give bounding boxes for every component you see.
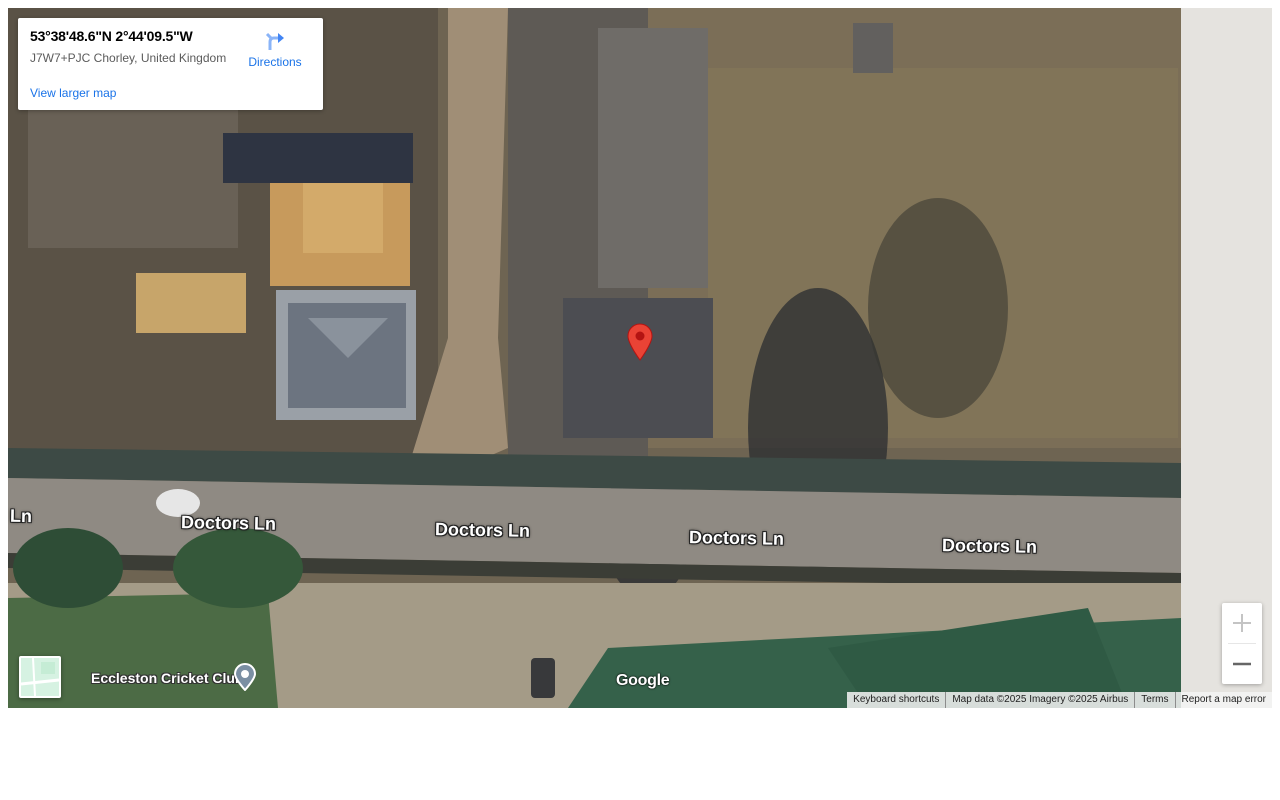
location-pin-icon[interactable] — [627, 323, 653, 361]
road-label: Doctors Ln — [688, 527, 785, 549]
poi-pin-icon[interactable] — [233, 663, 257, 691]
plus-icon — [1233, 614, 1251, 632]
google-logo: Google — [616, 672, 670, 689]
directions-button[interactable]: Directions — [240, 30, 310, 69]
map-thumbnail-icon — [21, 658, 59, 696]
map-canvas[interactable]: 53°38'48.6"N 2°44'09.5"W J7W7+PJC Chorle… — [8, 8, 1272, 708]
map-data-credit: Map data ©2025 Imagery ©2025 Airbus — [946, 692, 1135, 708]
zoom-out-button[interactable] — [1222, 644, 1262, 684]
report-map-error-link[interactable]: Report a map error — [1175, 692, 1272, 708]
road-label: Doctors Ln — [180, 512, 277, 534]
coordinates-title: 53°38'48.6"N 2°44'09.5"W — [30, 28, 193, 44]
directions-icon — [265, 32, 284, 50]
place-info-card: 53°38'48.6"N 2°44'09.5"W J7W7+PJC Chorle… — [18, 18, 323, 110]
road-label: Doctors Ln — [434, 519, 531, 541]
view-larger-map-link[interactable]: View larger map — [30, 86, 116, 100]
map-type-toggle[interactable] — [19, 656, 61, 698]
zoom-control — [1222, 603, 1262, 684]
road-label: Ln — [9, 505, 33, 527]
plus-code-address: J7W7+PJC Chorley, United Kingdom — [30, 51, 227, 65]
map-attribution-bar: Keyboard shortcuts Map data ©2025 Imager… — [847, 692, 1272, 708]
road-label: Doctors Ln — [941, 535, 1038, 557]
zoom-in-button[interactable] — [1222, 603, 1262, 643]
terms-link[interactable]: Terms — [1135, 692, 1175, 708]
poi-label[interactable]: Eccleston Cricket Club — [91, 670, 244, 686]
directions-label: Directions — [248, 55, 302, 69]
keyboard-shortcuts-link[interactable]: Keyboard shortcuts — [847, 692, 946, 708]
minus-icon — [1233, 662, 1251, 666]
